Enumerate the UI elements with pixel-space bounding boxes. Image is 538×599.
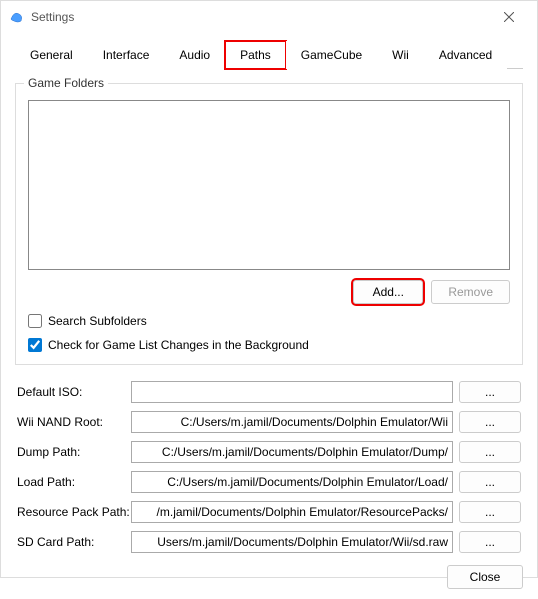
close-button[interactable]: Close bbox=[447, 565, 523, 589]
window-title: Settings bbox=[31, 10, 74, 24]
game-folders-title: Game Folders bbox=[24, 76, 108, 90]
game-folders-group: Game Folders Add... Remove Search Subfol… bbox=[15, 83, 523, 365]
paths-table: Default ISO:...Wii NAND Root:...Dump Pat… bbox=[15, 381, 523, 553]
check-background-label[interactable]: Check for Game List Changes in the Backg… bbox=[48, 338, 309, 352]
tab-interface[interactable]: Interface bbox=[88, 41, 165, 69]
game-folder-buttons: Add... Remove bbox=[28, 280, 510, 304]
path-row-sd-card-path: SD Card Path:... bbox=[17, 531, 521, 553]
resource-pack-path-browse-button[interactable]: ... bbox=[459, 501, 521, 523]
game-folders-list[interactable] bbox=[28, 100, 510, 270]
search-subfolders-row: Search Subfolders bbox=[28, 314, 510, 328]
search-subfolders-checkbox[interactable] bbox=[28, 314, 42, 328]
sd-card-path-label: SD Card Path: bbox=[17, 535, 125, 549]
tabs-bar: GeneralInterfaceAudioPathsGameCubeWiiAdv… bbox=[15, 41, 523, 69]
path-row-load-path: Load Path:... bbox=[17, 471, 521, 493]
tab-advanced[interactable]: Advanced bbox=[424, 41, 507, 69]
settings-window: Settings GeneralInterfaceAudioPathsGameC… bbox=[0, 0, 538, 578]
tab-wii[interactable]: Wii bbox=[377, 41, 424, 69]
tab-paths[interactable]: Paths bbox=[225, 41, 286, 69]
resource-pack-path-input[interactable] bbox=[131, 501, 453, 523]
path-row-wii-nand-root: Wii NAND Root:... bbox=[17, 411, 521, 433]
remove-button: Remove bbox=[431, 280, 510, 304]
default-iso-label: Default ISO: bbox=[17, 385, 125, 399]
dump-path-input[interactable] bbox=[131, 441, 453, 463]
tab-audio[interactable]: Audio bbox=[164, 41, 225, 69]
search-subfolders-label[interactable]: Search Subfolders bbox=[48, 314, 147, 328]
wii-nand-root-browse-button[interactable]: ... bbox=[459, 411, 521, 433]
tab-gamecube[interactable]: GameCube bbox=[286, 41, 377, 69]
app-icon bbox=[9, 9, 25, 25]
path-row-default-iso: Default ISO:... bbox=[17, 381, 521, 403]
wii-nand-root-label: Wii NAND Root: bbox=[17, 415, 125, 429]
titlebar: Settings bbox=[1, 1, 537, 33]
footer: Close bbox=[15, 553, 523, 589]
dump-path-label: Dump Path: bbox=[17, 445, 125, 459]
load-path-label: Load Path: bbox=[17, 475, 125, 489]
check-background-row: Check for Game List Changes in the Backg… bbox=[28, 338, 510, 352]
wii-nand-root-input[interactable] bbox=[131, 411, 453, 433]
load-path-browse-button[interactable]: ... bbox=[459, 471, 521, 493]
sd-card-path-browse-button[interactable]: ... bbox=[459, 531, 521, 553]
default-iso-input[interactable] bbox=[131, 381, 453, 403]
close-icon[interactable] bbox=[489, 1, 529, 33]
add-button[interactable]: Add... bbox=[353, 280, 423, 304]
path-row-resource-pack-path: Resource Pack Path:... bbox=[17, 501, 521, 523]
default-iso-browse-button[interactable]: ... bbox=[459, 381, 521, 403]
load-path-input[interactable] bbox=[131, 471, 453, 493]
path-row-dump-path: Dump Path:... bbox=[17, 441, 521, 463]
resource-pack-path-label: Resource Pack Path: bbox=[17, 505, 125, 519]
sd-card-path-input[interactable] bbox=[131, 531, 453, 553]
check-background-checkbox[interactable] bbox=[28, 338, 42, 352]
dump-path-browse-button[interactable]: ... bbox=[459, 441, 521, 463]
tab-general[interactable]: General bbox=[15, 41, 88, 69]
content: GeneralInterfaceAudioPathsGameCubeWiiAdv… bbox=[1, 33, 537, 599]
